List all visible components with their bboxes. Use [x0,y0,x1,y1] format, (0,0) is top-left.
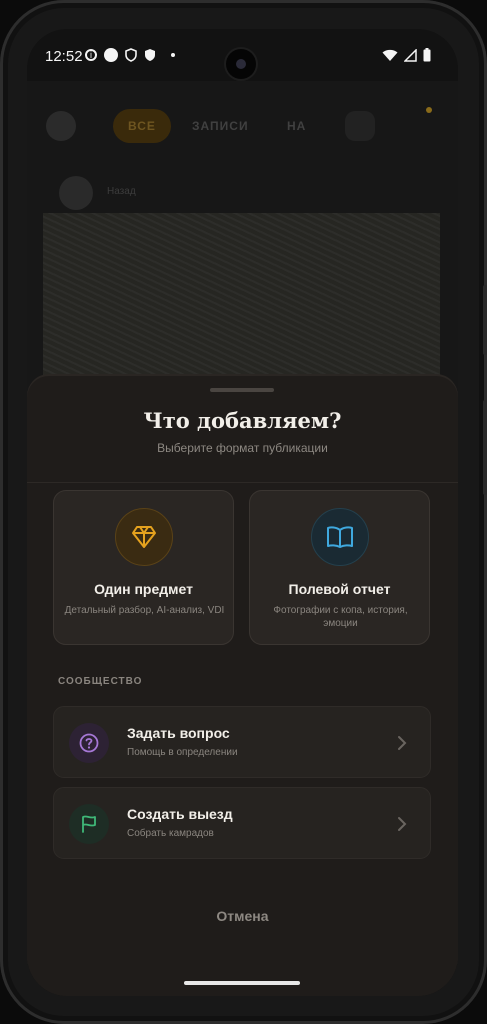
info-icon: i [85,49,97,61]
notification-dot [426,107,432,113]
post-author: Назад [107,186,136,197]
book-icon [311,508,369,566]
circle-icon [104,48,118,62]
more-notifications-dot [171,53,175,57]
divider [27,482,458,483]
tab-partial: НА [287,119,307,133]
single-item-card[interactable]: Один предмет Детальный разбор, AI-анализ… [53,490,234,645]
row-title: Создать выезд [127,806,233,822]
question-circle-icon [69,723,109,763]
field-report-card[interactable]: Полевой отчет Фотографии с копа, история… [249,490,430,645]
card-title: Один предмет [94,581,193,597]
post-header: Назад [59,176,429,210]
status-time: 12:52 [45,48,83,65]
flag-icon [69,804,109,844]
cancel-button[interactable]: Отмена [27,908,458,924]
battery-icon [423,48,431,62]
card-title: Полевой отчет [288,581,391,597]
feed-top-bar: ВСЕ ЗАПИСИ НА [27,101,458,157]
chevron-right-icon [398,736,407,750]
tab-all: ВСЕ [113,109,171,143]
shield-icon [125,48,137,62]
volume-button [483,285,487,355]
card-description: Фотографии с копа, история, эмоции [273,605,408,629]
row-subtitle: Собрать камрадов [127,828,214,839]
add-post-sheet: Что добавляем? Выберите формат публикаци… [27,376,458,996]
chevron-right-icon [398,817,407,831]
signal-icon [404,48,417,62]
shield-filled-icon [145,49,155,61]
wifi-icon [382,49,398,61]
create-trip-row[interactable]: Создать выезд Собрать камрадов [53,787,431,859]
row-title: Задать вопрос [127,725,230,741]
home-indicator[interactable] [184,981,300,985]
screen: ВСЕ ЗАПИСИ НА Назад 12:52 i Что добавляе… [27,29,458,996]
ask-question-row[interactable]: Задать вопрос Помощь в определении [53,706,431,778]
power-button [483,400,487,495]
phone-frame: ВСЕ ЗАПИСИ НА Назад 12:52 i Что добавляе… [0,0,487,1024]
sheet-drag-handle[interactable] [210,388,274,392]
diamond-icon [115,508,173,566]
card-description: Детальный разбор, AI-анализ, VDI [64,605,225,616]
app-logo [46,111,76,141]
tab-records: ЗАПИСИ [192,119,249,133]
front-camera [226,49,256,79]
post-avatar [59,176,93,210]
bell-icon [399,111,429,141]
chat-icon [345,111,375,141]
post-photo [43,213,440,383]
sheet-title: Что добавляем? [143,408,342,433]
sheet-subtitle: Выберите формат публикации [157,441,328,455]
row-subtitle: Помощь в определении [127,747,238,758]
community-section-label: СООБЩЕСТВО [58,676,143,687]
